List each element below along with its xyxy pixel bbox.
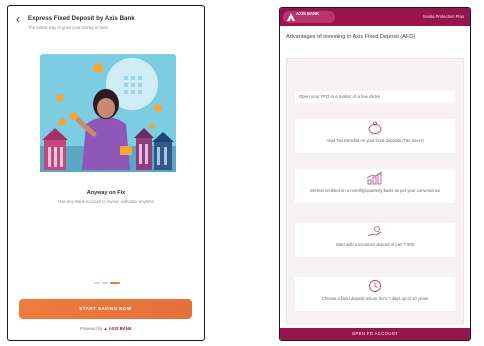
card-subtitle: Use any Bank account to invest, withdraw…: [58, 199, 154, 204]
calculator-grid: [124, 76, 142, 94]
fd-advantages-screen: AXIS BANK Sevita Protection Plan Advanta…: [279, 7, 471, 341]
start-saving-button[interactable]: START SAVING NOW: [19, 299, 192, 319]
info-banner: Open your FFD in a matter of a few click…: [295, 91, 455, 103]
growth-chart-icon: [366, 171, 383, 185]
powered-by-brand: AXIS BANK: [108, 326, 132, 331]
powered-by-footer: Powered by ▲ AXIS BANK: [8, 326, 204, 331]
feature-card: Choose a fixed deposit tenure from 7 day…: [295, 277, 455, 312]
card-title: Anyway on Fix: [86, 190, 126, 196]
axis-bank-logo-icon: ▲: [103, 326, 108, 331]
carousel-indicator: [94, 282, 124, 285]
piggy-bank-icon: [368, 121, 382, 135]
scheme-label[interactable]: Sevita Protection Plan: [423, 14, 464, 19]
page-title: Express Fixed Deposit by Axis Bank: [28, 15, 135, 22]
screen-header: ‹ Express Fixed Deposit by Axis Bank The…: [8, 6, 204, 46]
advantages-panel: Open your FFD in a matter of a few click…: [286, 58, 464, 324]
page-subtitle: The safest way to grow your money is her…: [28, 25, 108, 30]
advantages-heading: Advantages of investing in Axis Fixed De…: [286, 34, 416, 40]
feature-text: Interest credited on a monthly/quarterly…: [309, 188, 441, 193]
carousel-dot[interactable]: [102, 282, 108, 284]
back-arrow-icon[interactable]: ‹: [16, 13, 20, 25]
powered-by-label: Powered by: [80, 326, 103, 331]
hand-coin-icon: [367, 226, 382, 237]
brand-name: AXIS BANK: [296, 11, 320, 16]
feature-text: Avail Tax Benefits on your fixed deposit…: [326, 138, 424, 143]
axis-bank-logo-icon: [287, 13, 295, 21]
feature-text: Start with a minimum deposit of just ₹ 5…: [335, 242, 415, 247]
feature-card: Avail Tax Benefits on your fixed deposit…: [295, 119, 455, 154]
feature-text: Choose a fixed deposit tenure from 7 day…: [321, 296, 429, 301]
woman-with-coins-illustration: [40, 54, 176, 172]
clock-icon: [369, 280, 381, 292]
brand-header: AXIS BANK Sevita Protection Plan: [280, 8, 470, 26]
fd-intro-screen: ‹ Express Fixed Deposit by Axis Bank The…: [7, 5, 205, 341]
carousel-dot-active[interactable]: [110, 282, 120, 284]
open-fd-account-button[interactable]: OPEN FD ACCOUNT: [280, 328, 470, 340]
feature-card: Start with a minimum deposit of just ₹ 5…: [295, 223, 455, 258]
carousel-dot[interactable]: [94, 282, 100, 284]
feature-card: Interest credited on a monthly/quarterly…: [295, 169, 455, 204]
